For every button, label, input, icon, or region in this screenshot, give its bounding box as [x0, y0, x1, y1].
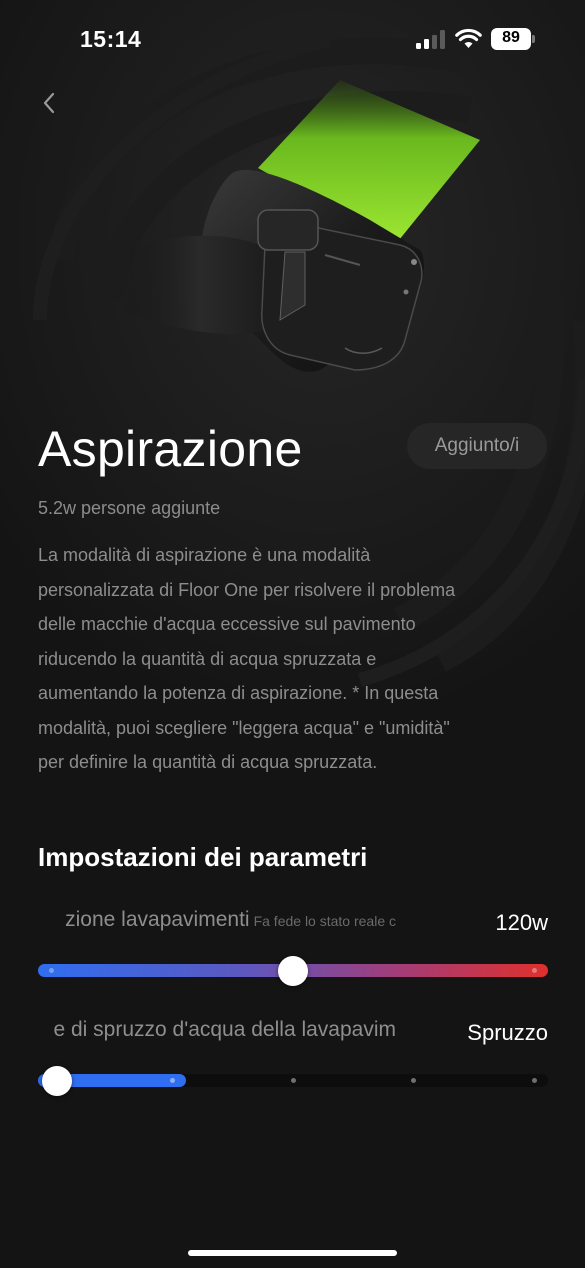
suction-slider[interactable] [38, 956, 548, 986]
battery-tip [532, 35, 535, 43]
wifi-icon [455, 28, 482, 48]
screen: 15:14 89 Aspirazione Aggiunto/i 5.2w per… [0, 0, 585, 1268]
suction-param-row: zione lavapavimenti Fa fede lo stato real… [38, 908, 548, 948]
spray-label: e di spruzzo d'acqua della lavapavim [53, 1018, 396, 1041]
section-title: Impostazioni dei parametri [38, 842, 368, 872]
spray-slider-thumb[interactable] [42, 1066, 72, 1096]
status-time: 15:14 [80, 26, 142, 52]
added-button[interactable]: Aggiunto/i [407, 423, 547, 469]
chevron-left-icon[interactable] [36, 88, 64, 118]
suction-hint: Fa fede lo stato reale c [253, 913, 396, 929]
home-indicator[interactable] [188, 1250, 397, 1256]
suction-label: zione lavapavimenti [65, 908, 250, 931]
battery-icon: 89 [491, 28, 535, 50]
status-bar: 15:14 89 [0, 0, 585, 80]
suction-label-container: zione lavapavimenti Fa fede lo stato real… [38, 908, 396, 948]
battery-level: 89 [502, 29, 520, 46]
spray-step-dot [170, 1078, 175, 1083]
battery-body: 89 [491, 28, 531, 50]
spray-label-inner: e di spruzzo d'acqua della lavapavim [53, 1018, 396, 1042]
spray-slider[interactable] [38, 1066, 548, 1096]
spray-step-dot [531, 1078, 537, 1083]
mode-title: Aspirazione [38, 421, 303, 477]
spray-param-row: e di spruzzo d'acqua della lavapavim Spr… [38, 1018, 548, 1058]
suction-slider-thumb[interactable] [278, 956, 308, 986]
suction-label-inner: zione lavapavimenti Fa fede lo stato real… [65, 908, 396, 932]
suction-value: 120w [495, 910, 548, 935]
hero-image [120, 80, 480, 372]
spray-step-dot [290, 1078, 296, 1083]
mode-description: La modalità di aspirazione è una modalit… [38, 545, 456, 772]
slider-dot [532, 968, 537, 973]
users-count: 5.2w persone aggiunte [38, 498, 221, 518]
spray-step-dot [411, 1078, 416, 1083]
spray-label-container: e di spruzzo d'acqua della lavapavim [38, 1018, 396, 1058]
signal-icon [416, 30, 445, 49]
slider-dot [49, 968, 54, 973]
spray-value: Spruzzo [467, 1020, 548, 1045]
